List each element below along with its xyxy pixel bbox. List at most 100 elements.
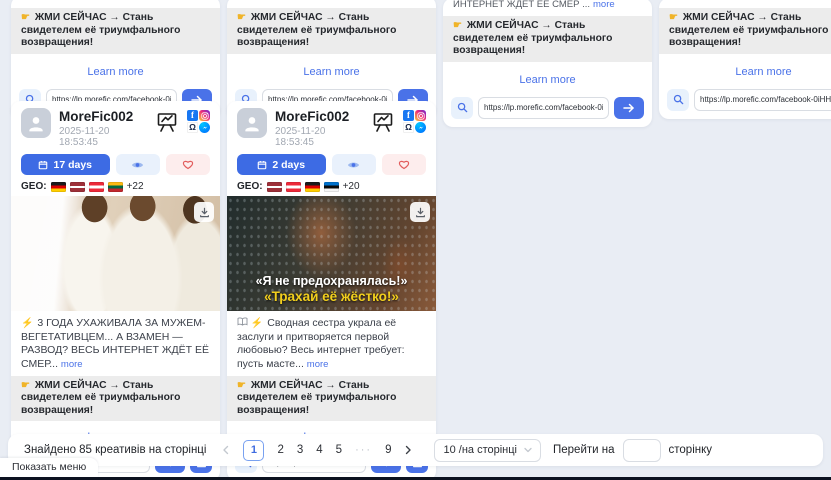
open-url-button[interactable] <box>614 97 644 119</box>
geo-label: GEO: <box>237 181 263 192</box>
learn-more-link[interactable]: Learn more <box>519 74 575 86</box>
preview-button[interactable] <box>332 154 376 175</box>
lightning-icon: ⚡ <box>251 318 263 329</box>
per-page-value: 10 /на сторінці <box>443 444 517 456</box>
cta-banner-text: ЖМИ СЕЙЧАС → Стань свидетелем её триумфа… <box>453 20 612 56</box>
creative-image[interactable] <box>11 196 220 311</box>
geo-more-count[interactable]: +20 <box>343 181 360 192</box>
ad-card-top-4: ☛ ЖМИ СЕЙЧАС → Стань свидетелем её триум… <box>659 0 831 119</box>
page-3[interactable]: 3 <box>297 444 303 456</box>
cta-banner: ☛ ЖМИ СЕЙЧАС → Стань свидетелем её триум… <box>227 8 436 54</box>
landing-url-input[interactable] <box>694 89 831 111</box>
per-page-select[interactable]: 10 /на сторінці <box>434 439 541 462</box>
geo-flag <box>324 182 339 192</box>
chevron-left-icon[interactable] <box>222 445 230 455</box>
image-caption-line2: «Трахай её жёстко!» <box>227 289 436 304</box>
geo-flag <box>286 182 301 192</box>
avatar <box>237 108 267 138</box>
learn-more-row: Learn more <box>443 62 652 95</box>
cta-banner-text: ЖМИ СЕЙЧАС → Стань свидетелем её триумфа… <box>237 12 396 48</box>
facebook-icon: f <box>403 110 414 121</box>
instagram-icon <box>199 110 210 121</box>
advertiser-info: MoreFic002 2025-11-20 18:53:45 <box>275 108 363 148</box>
page-1-active[interactable]: 1 <box>243 440 264 461</box>
image-caption: «Я не предохранялась!» «Трахай её жёстко… <box>227 274 436 304</box>
goto-prefix: Перейти на <box>553 444 615 456</box>
advertiser-name[interactable]: MoreFic002 <box>59 109 147 124</box>
platform-icons: f Ω <box>403 110 426 133</box>
favorite-button[interactable] <box>382 154 426 175</box>
creative-datetime: 2025-11-20 18:53:45 <box>59 126 147 148</box>
pointing-hand-icon: ☛ <box>237 380 246 391</box>
geo-flag <box>70 182 85 192</box>
cta-banner: ☛ ЖМИ СЕЙЧАС → Стань свидетелем её триум… <box>443 16 652 62</box>
geo-row: GEO: +20 <box>227 177 436 196</box>
days-label: 2 days <box>272 159 305 171</box>
clipped-text: ИНТЕРНЕТ ЖДЁТ ЕЁ СМЕР ... <box>453 0 590 10</box>
page-2[interactable]: 2 <box>277 444 283 456</box>
board-chart-icon[interactable] <box>371 110 395 139</box>
clipped-body-text: ИНТЕРНЕТ ЖДЁТ ЕЁ СМЕР ...more <box>443 0 652 10</box>
cta-banner-text: ЖМИ СЕЙЧАС → Стань свидетелем её триумфа… <box>237 380 396 416</box>
preview-button[interactable] <box>116 154 160 175</box>
pager: 1 2 3 4 5 ··· 9 <box>222 440 412 461</box>
learn-more-link[interactable]: Learn more <box>87 66 143 78</box>
creative-datetime: 2025-11-20 18:53:45 <box>275 126 363 148</box>
chevron-down-icon <box>524 447 532 453</box>
creative-card-2: MoreFic002 2025-11-20 18:53:45 f Ω 2 day… <box>227 101 436 480</box>
cta-banner: ☛ ЖМИ СЕЙЧАС → Стань свидетелем её триум… <box>227 376 436 422</box>
board-chart-icon[interactable] <box>155 110 179 139</box>
card-spacer <box>659 0 831 8</box>
learn-more-link[interactable]: Learn more <box>735 66 791 78</box>
geo-more-count[interactable]: +22 <box>127 181 144 192</box>
audience-network-icon: Ω <box>187 122 198 133</box>
messenger-icon <box>199 122 210 133</box>
search-icon[interactable] <box>451 97 473 119</box>
image-caption-line1: «Я не предохранялась!» <box>227 274 436 288</box>
more-link[interactable]: more <box>307 359 329 370</box>
creative-actions: 17 days <box>11 151 220 177</box>
learn-more-link[interactable]: Learn more <box>303 66 359 78</box>
creative-body-text: ⚡ 3 ГОДА УХАЖИВАЛА ЗА МУЖЕМ-ВЕГЕТАТИВЦЕМ… <box>11 311 220 376</box>
learn-more-row: Learn more <box>227 54 436 87</box>
goto-page: Перейти на сторінку <box>553 439 712 462</box>
search-icon[interactable] <box>667 89 689 111</box>
cta-banner-text: ЖМИ СЕЙЧАС → Стань свидетелем её триумфа… <box>21 380 180 416</box>
page-5[interactable]: 5 <box>336 444 342 456</box>
pointing-hand-icon: ☛ <box>237 12 246 23</box>
ad-card-top-3: ИНТЕРНЕТ ЖДЁТ ЕЁ СМЕР ...more ☛ ЖМИ СЕЙЧ… <box>443 0 652 127</box>
show-menu-button[interactable]: Показать меню <box>0 458 98 477</box>
days-label: 17 days <box>53 159 92 171</box>
download-image-button[interactable] <box>194 202 214 222</box>
body-text: 3 ГОДА УХАЖИВАЛА ЗА МУЖЕМ-ВЕГЕТАТИВЦЕМ..… <box>21 317 209 370</box>
facebook-icon: f <box>187 110 198 121</box>
advertiser-name[interactable]: MoreFic002 <box>275 109 363 124</box>
creative-image[interactable]: «Я не предохранялась!» «Трахай её жёстко… <box>227 196 436 311</box>
goto-page-input[interactable] <box>623 439 661 462</box>
chevron-right-icon[interactable] <box>404 445 412 455</box>
goto-suffix: сторінку <box>669 444 713 456</box>
more-link[interactable]: more <box>61 359 83 370</box>
download-image-button[interactable] <box>410 202 430 222</box>
learn-more-row: Learn more <box>659 54 831 87</box>
platform-icons: f Ω <box>187 110 210 133</box>
geo-label: GEO: <box>21 181 47 192</box>
geo-flag <box>108 182 123 192</box>
pointing-hand-icon: ☛ <box>453 20 462 31</box>
geo-flag <box>51 182 66 192</box>
creative-library-page: ☛ ЖМИ СЕЙЧАС → Стань свидетелем её триум… <box>0 0 831 480</box>
page-last[interactable]: 9 <box>385 444 391 456</box>
days-active-button[interactable]: 2 days <box>237 154 326 175</box>
geo-flag <box>305 182 320 192</box>
landing-url-input[interactable] <box>478 97 609 119</box>
more-link[interactable]: more <box>593 0 615 10</box>
creative-header: MoreFic002 2025-11-20 18:53:45 f Ω <box>227 101 436 151</box>
days-active-button[interactable]: 17 days <box>21 154 110 175</box>
page-4[interactable]: 4 <box>316 444 322 456</box>
audience-network-icon: Ω <box>403 122 414 133</box>
favorite-button[interactable] <box>166 154 210 175</box>
pages-ellipsis[interactable]: ··· <box>355 444 372 456</box>
cta-banner-text: ЖМИ СЕЙЧАС → Стань свидетелем её триумфа… <box>21 12 180 48</box>
learn-more-row: Learn more <box>11 54 220 87</box>
creative-header: MoreFic002 2025-11-20 18:53:45 f Ω <box>11 101 220 151</box>
